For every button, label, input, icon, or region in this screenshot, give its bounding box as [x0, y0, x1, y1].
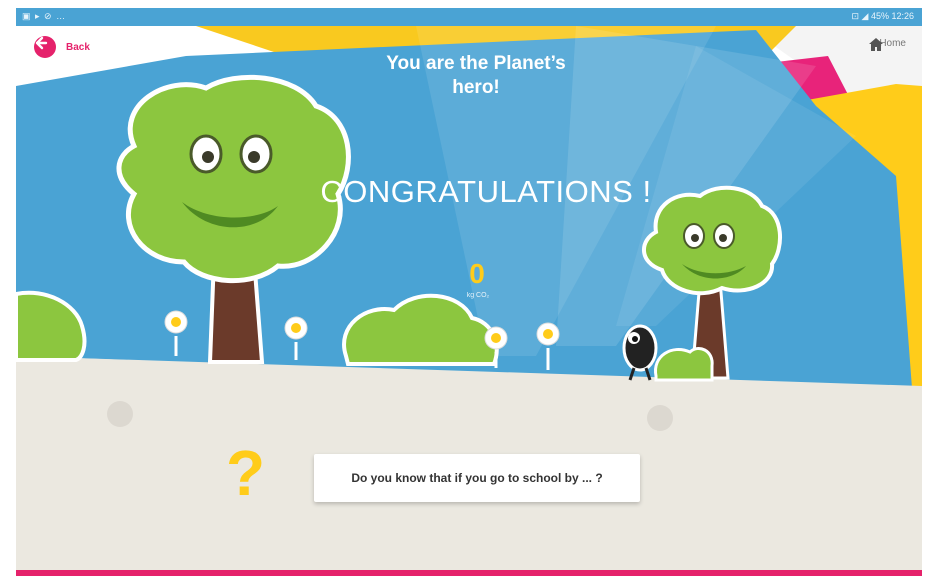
- ground-dot: [107, 401, 133, 427]
- result-scene: Back Home You are the Planet’s hero! CON…: [16, 26, 922, 576]
- hero-message-line: hero!: [452, 77, 500, 98]
- home-button[interactable]: Home: [869, 38, 906, 51]
- back-button[interactable]: Back: [34, 36, 90, 58]
- co2-value: 0: [469, 258, 485, 289]
- status-bar: ▣ ▸ ⊘ … ⊡ ◢ 45% 12:26: [16, 8, 922, 26]
- home-label: Home: [879, 38, 906, 49]
- hero-message: You are the Planet’s hero!: [336, 52, 616, 100]
- back-label: Back: [66, 41, 90, 53]
- status-icons-right: ⊡ ◢ 45% 12:26: [851, 11, 915, 21]
- question-mark-icon: ?: [226, 437, 266, 509]
- congratulations-heading: CONGRATULATIONS !: [320, 174, 652, 209]
- arrow-left-icon: [34, 36, 56, 58]
- did-you-know-text: Do you know that if you go to school by …: [351, 471, 603, 485]
- status-icons-left: ▣ ▸ ⊘ …: [22, 11, 67, 21]
- ground-dot: [647, 405, 673, 431]
- co2-unit: kg CO₂: [466, 292, 490, 299]
- hero-message-line: You are the Planet’s: [386, 53, 566, 74]
- did-you-know-card[interactable]: Do you know that if you go to school by …: [314, 454, 640, 502]
- right-bush: [654, 347, 714, 382]
- app-screen: ▣ ▸ ⊘ … ⊡ ◢ 45% 12:26 Back Home You are …: [0, 0, 934, 576]
- bottom-accent-strip: [16, 570, 922, 576]
